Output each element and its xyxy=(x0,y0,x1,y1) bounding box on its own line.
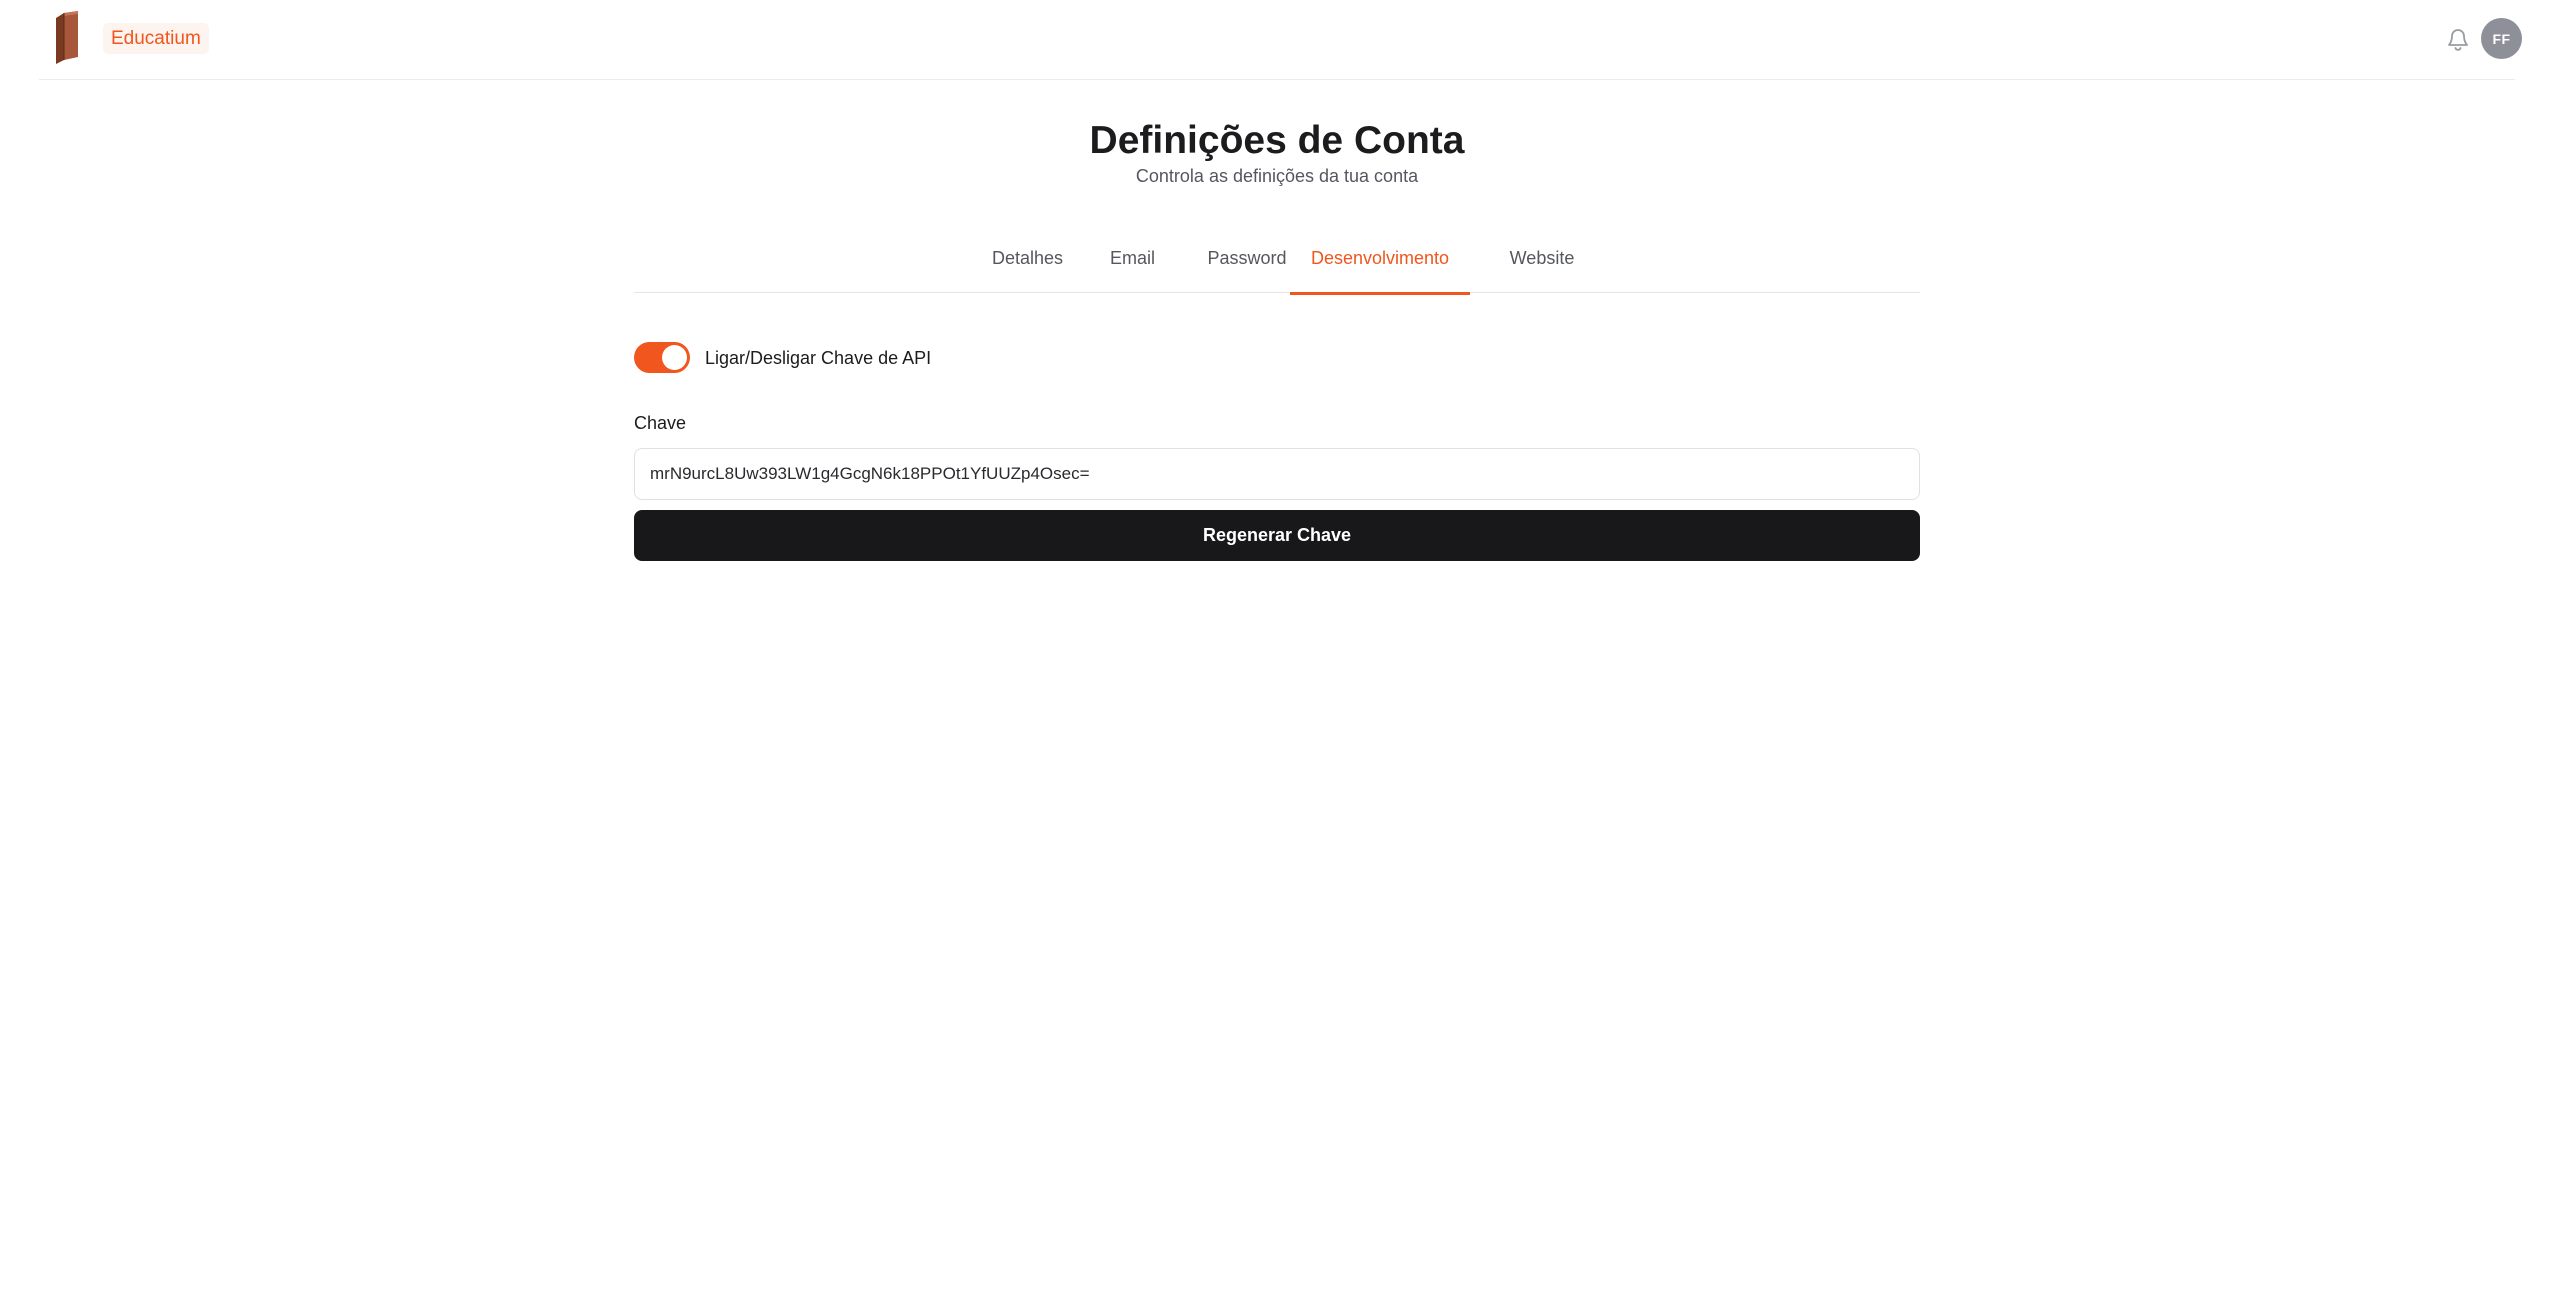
bell-icon[interactable] xyxy=(2441,22,2475,56)
book-logo-icon[interactable] xyxy=(51,10,81,64)
tab-detalhes[interactable]: Detalhes xyxy=(973,232,1082,293)
toggle-knob xyxy=(662,345,687,370)
tab-email[interactable]: Email xyxy=(1091,232,1174,293)
settings-tabs: Detalhes Email Password Desenvolvimento … xyxy=(634,232,1920,295)
key-field-label: Chave xyxy=(634,413,687,433)
tab-website[interactable]: Website xyxy=(1479,232,1605,293)
page-subtitle: Controla as definições da tua conta xyxy=(1135,166,1419,186)
brand-name[interactable]: Educatium xyxy=(103,23,209,54)
api-key-toggle-label: Ligar/Desligar Chave de API xyxy=(705,348,932,368)
user-avatar[interactable]: FF xyxy=(2481,18,2522,59)
api-key-input[interactable] xyxy=(634,448,1920,500)
page-title: Definições de Conta xyxy=(1089,119,1465,162)
tab-desenvolvimento[interactable]: Desenvolvimento xyxy=(1290,232,1470,295)
regenerate-key-button[interactable]: Regenerar Chave xyxy=(634,510,1920,561)
api-key-toggle[interactable] xyxy=(634,342,690,373)
top-navigation-bar: Educatium FF xyxy=(39,0,2522,80)
